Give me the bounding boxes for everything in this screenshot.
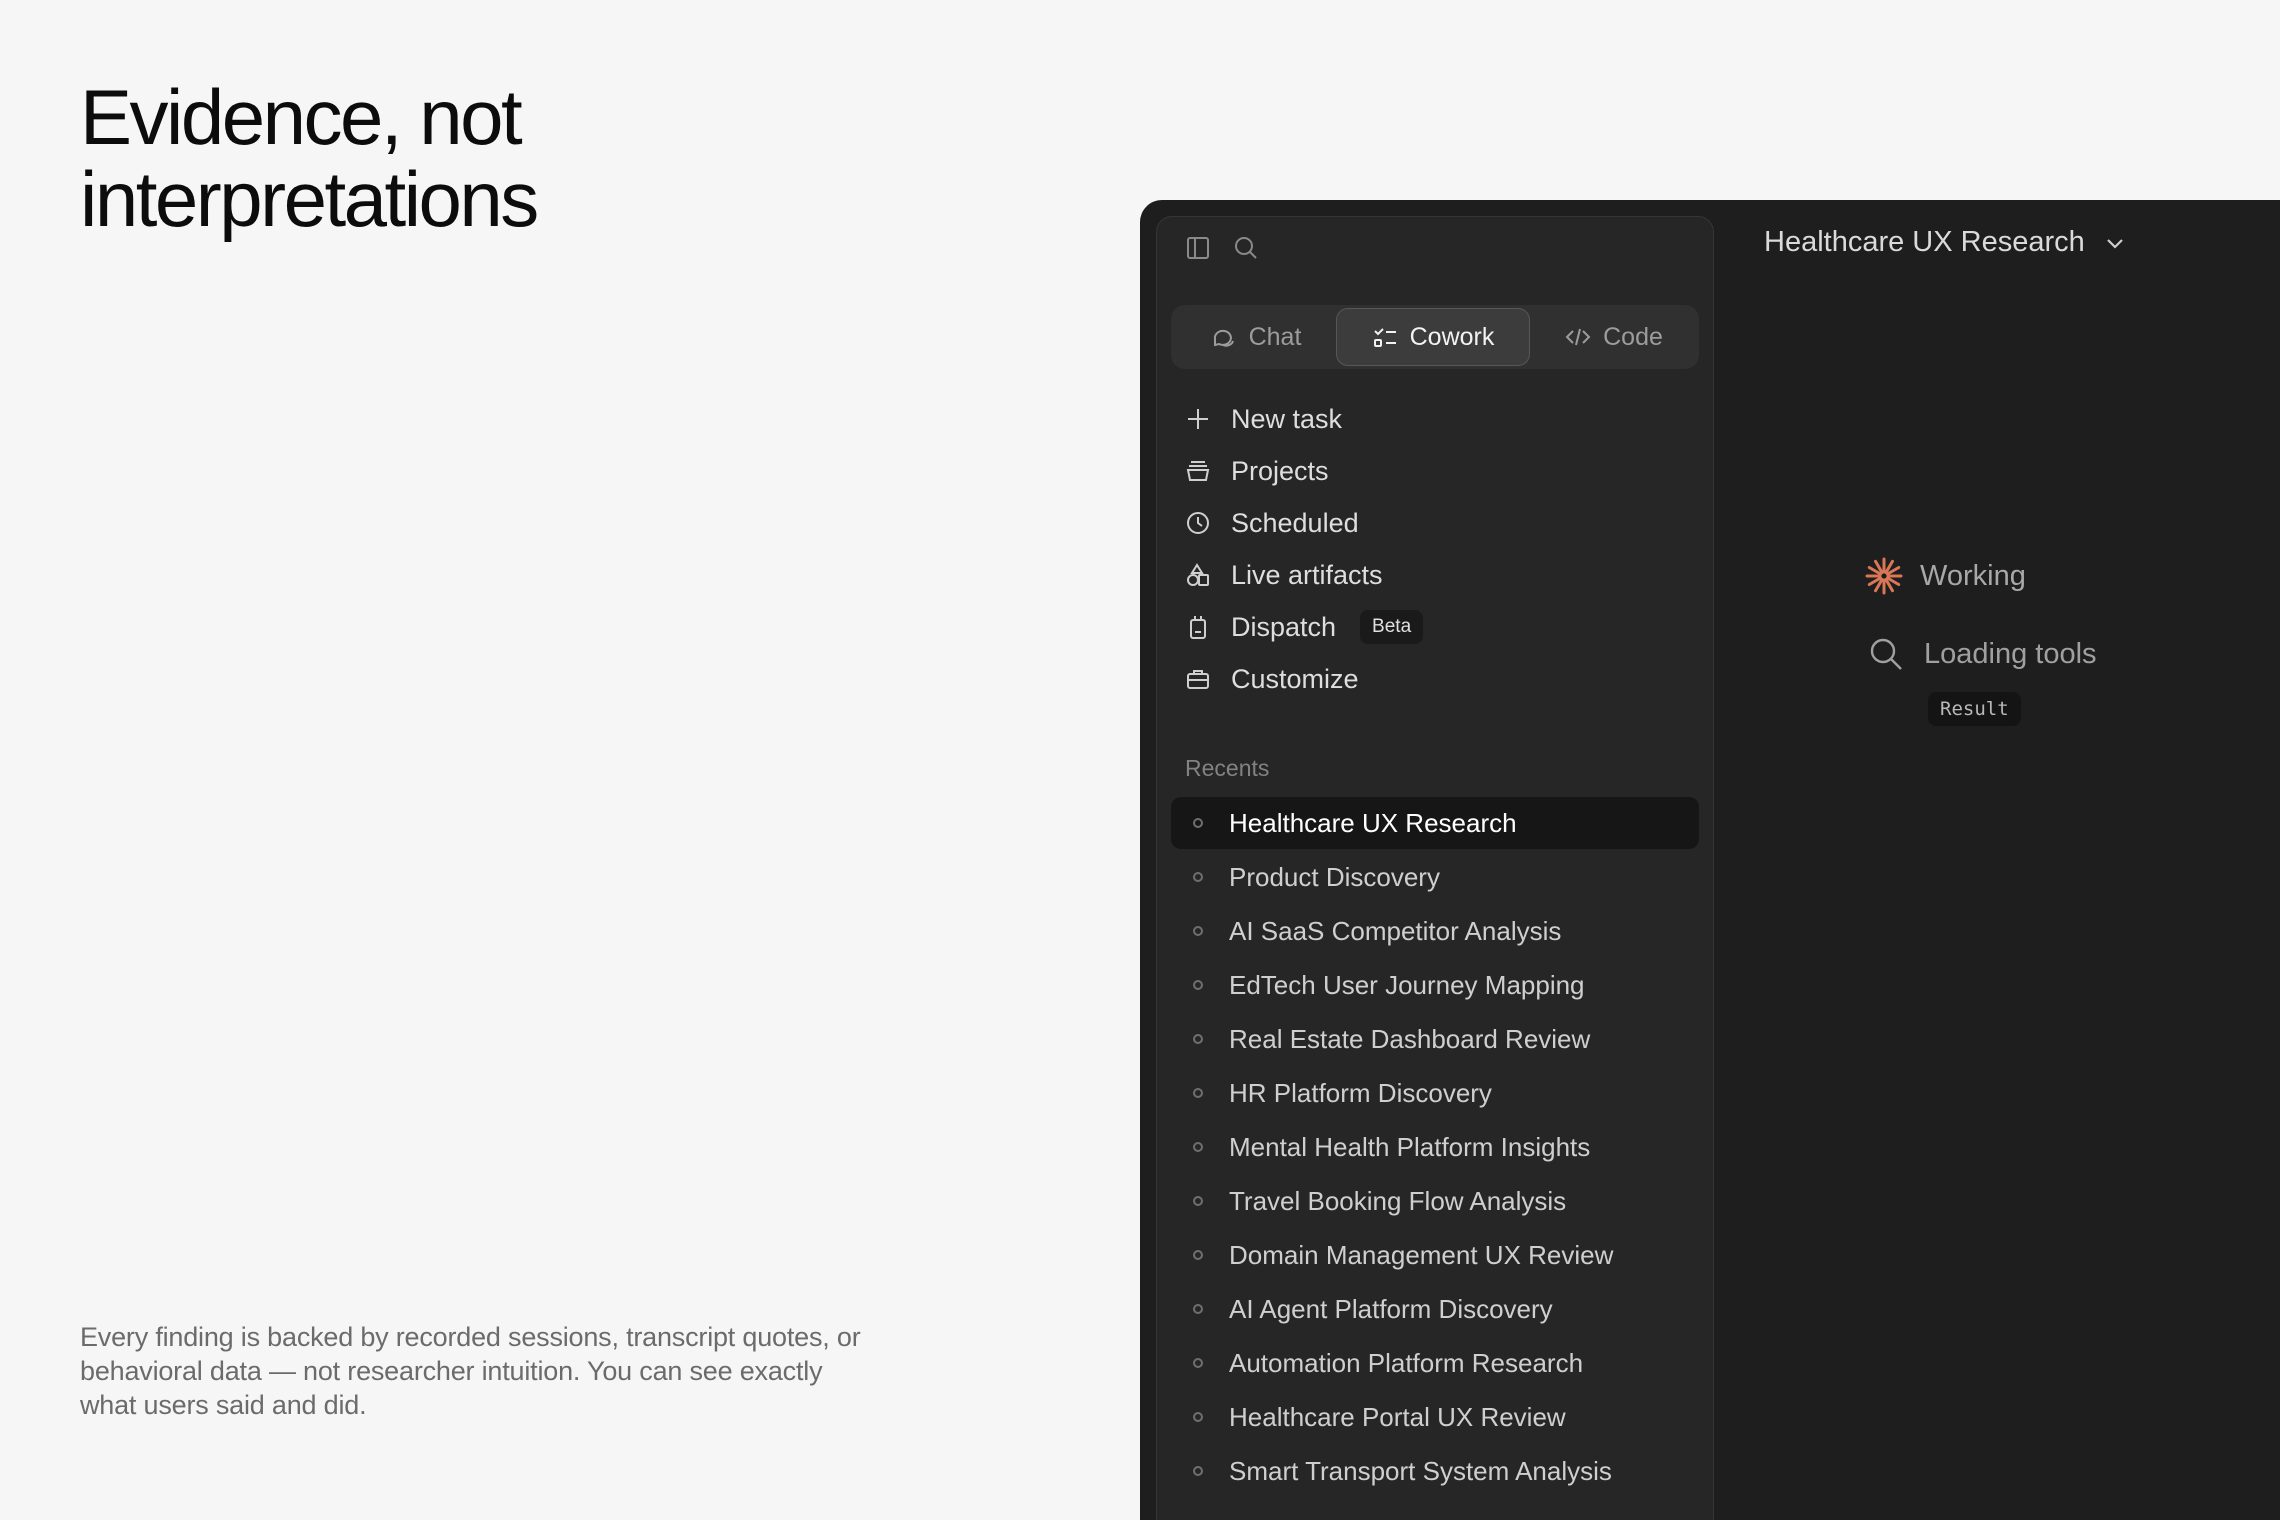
search-icon[interactable] (1233, 235, 1259, 261)
status-dot-icon (1193, 1142, 1203, 1152)
working-indicator: Working (1864, 556, 2097, 596)
project-title: Healthcare UX Research (1764, 226, 2085, 258)
sidebar: Chat Cowork Code New task Projects Sched… (1156, 216, 1714, 1520)
sidebar-toolbar (1185, 235, 1259, 261)
status-dot-icon (1193, 1034, 1203, 1044)
recent-item[interactable]: Travel Booking Flow Analysis (1171, 1175, 1699, 1227)
app-window: Chat Cowork Code New task Projects Sched… (1140, 200, 2280, 1520)
status-dot-icon (1193, 1196, 1203, 1206)
nav-customize[interactable]: Customize (1171, 653, 1699, 705)
beta-badge: Beta (1360, 610, 1424, 644)
status-dot-icon (1193, 818, 1203, 828)
recent-item[interactable]: Healthcare Portal UX Review (1171, 1391, 1699, 1443)
spark-icon (1865, 557, 1903, 595)
nav-dispatch-label: Dispatch (1231, 611, 1337, 642)
recent-item[interactable]: HR Platform Discovery (1171, 1067, 1699, 1119)
nav-scheduled[interactable]: Scheduled (1171, 497, 1699, 549)
nav-live-artifacts[interactable]: Live artifacts (1171, 549, 1699, 601)
headline: Evidence, not interpretations (80, 73, 539, 243)
recent-item-label: Domain Management UX Review (1229, 1239, 1614, 1270)
status-dot-icon (1193, 1088, 1203, 1098)
checklist-icon (1373, 328, 1396, 347)
recent-item[interactable]: EdTech User Journey Mapping (1171, 959, 1699, 1011)
briefcase-icon (1187, 670, 1209, 689)
recent-item[interactable]: Automation Platform Research (1171, 1337, 1699, 1389)
loading-tools-row: Loading tools (1864, 636, 2097, 672)
tab-code[interactable]: Code (1535, 308, 1693, 366)
nav-projects[interactable]: Projects (1171, 445, 1699, 497)
tab-chat-label: Chat (1248, 322, 1302, 351)
recent-item-label: Automation Platform Research (1229, 1347, 1584, 1378)
nav-new-task-label: New task (1231, 403, 1343, 434)
status-dot-icon (1193, 980, 1203, 990)
nav-scheduled-label: Scheduled (1231, 507, 1359, 538)
recent-item-label: EdTech User Journey Mapping (1229, 969, 1585, 1000)
recent-item[interactable]: Healthcare UX Research (1171, 797, 1699, 849)
clock-icon (1187, 512, 1209, 534)
status-dot-icon (1193, 1250, 1203, 1260)
status-dot-icon (1193, 1466, 1203, 1476)
recent-item-label: Product Discovery (1229, 861, 1440, 892)
recent-item-label: AI SaaS Competitor Analysis (1229, 915, 1562, 946)
recent-item-label: Healthcare Portal UX Review (1229, 1401, 1566, 1432)
recent-item-label: AI Agent Platform Discovery (1229, 1293, 1553, 1324)
recent-item[interactable]: AI SaaS Competitor Analysis (1171, 905, 1699, 957)
tab-cowork-label: Cowork (1409, 322, 1495, 351)
nav-dispatch[interactable]: Dispatch Beta (1171, 601, 1699, 653)
status-dot-icon (1193, 872, 1203, 882)
recents-list: Healthcare UX Research Product Discovery A… (1171, 797, 1699, 1499)
tab-chat[interactable]: Chat (1181, 308, 1331, 366)
nav-new-task[interactable]: New task (1171, 393, 1699, 445)
tab-code-label: Code (1603, 322, 1663, 351)
caption: Every finding is backed by recorded sess… (80, 1322, 861, 1420)
shapes-icon (1187, 563, 1209, 586)
recent-item-label: Mental Health Platform Insights (1229, 1131, 1591, 1162)
task-status: Working Loading tools Result (1864, 556, 2097, 726)
nav-customize-label: Customize (1231, 663, 1359, 694)
chat-bubbles-icon (1213, 329, 1234, 347)
recent-item[interactable]: AI Agent Platform Discovery (1171, 1283, 1699, 1335)
recent-item-label: Smart Transport System Analysis (1229, 1455, 1612, 1486)
status-dot-icon (1193, 1358, 1203, 1368)
recent-item-label: Real Estate Dashboard Review (1229, 1023, 1591, 1054)
recent-item[interactable]: Smart Transport System Analysis (1171, 1445, 1699, 1497)
recents-heading: Recents (1185, 755, 1270, 781)
nav-projects-label: Projects (1231, 455, 1329, 486)
code-icon (1565, 328, 1591, 346)
status-dot-icon (1193, 1304, 1203, 1314)
recent-item-label: Travel Booking Flow Analysis (1229, 1185, 1567, 1216)
mode-switcher: Chat Cowork Code (1171, 305, 1699, 369)
folder-stack-icon (1186, 461, 1210, 481)
recent-item-label: Healthcare UX Research (1229, 807, 1517, 838)
sidebar-toggle-icon[interactable] (1185, 235, 1211, 261)
recent-item[interactable]: Mental Health Platform Insights (1171, 1121, 1699, 1173)
loading-tools-label: Loading tools (1924, 637, 2097, 670)
chevron-down-icon (2106, 238, 2123, 249)
recent-item[interactable]: Domain Management UX Review (1171, 1229, 1699, 1281)
device-icon (1190, 616, 1206, 639)
recent-item-label: HR Platform Discovery (1229, 1077, 1492, 1108)
project-title-dropdown[interactable]: Healthcare UX Research (1764, 226, 2127, 259)
recent-item[interactable]: Real Estate Dashboard Review (1171, 1013, 1699, 1065)
status-dot-icon (1193, 1412, 1203, 1422)
search-icon (1870, 638, 1902, 670)
nav-live-artifacts-label: Live artifacts (1231, 559, 1383, 590)
result-chip[interactable]: Result (1928, 692, 2021, 726)
sidebar-nav: New task Projects Scheduled Live artifac… (1171, 393, 1699, 705)
tab-cowork[interactable]: Cowork (1336, 308, 1530, 366)
working-label: Working (1920, 559, 2026, 592)
plus-icon (1188, 409, 1208, 429)
status-dot-icon (1193, 926, 1203, 936)
recent-item[interactable]: Product Discovery (1171, 851, 1699, 903)
